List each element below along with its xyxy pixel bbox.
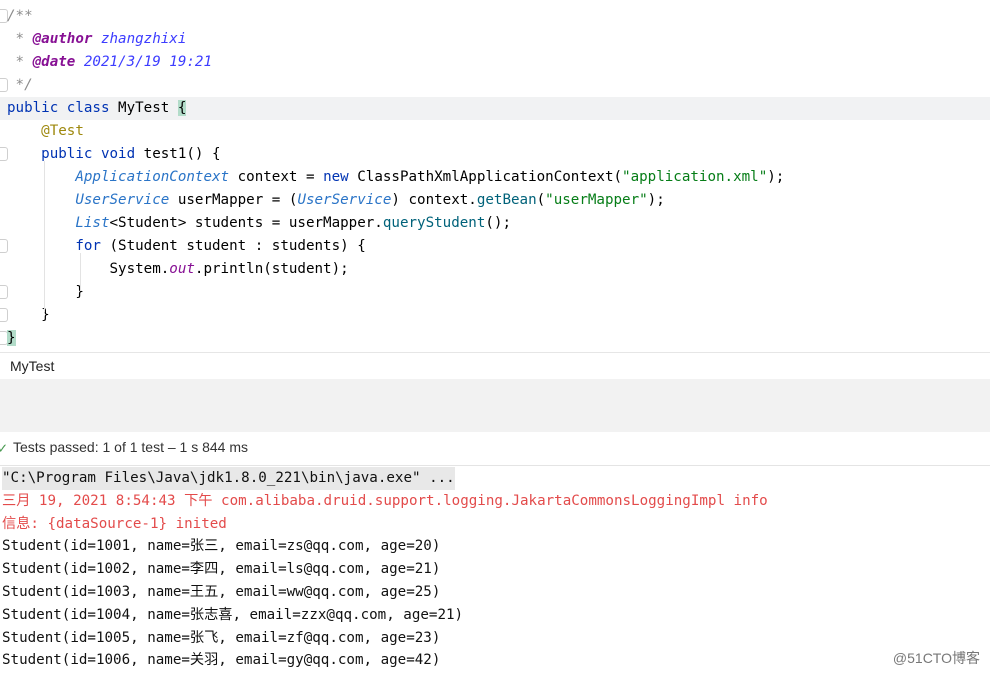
code-line[interactable]: public void test1() { — [0, 143, 990, 166]
code-line[interactable]: for (Student student : students) { — [0, 235, 990, 258]
code-text: public void test1() { — [7, 143, 221, 166]
code-token: test1 — [143, 146, 187, 162]
code-token: @Test — [41, 123, 84, 139]
code-line[interactable]: } — [0, 304, 990, 327]
code-editor[interactable]: /** * @author zhangzhixi * @date 2021/3/… — [0, 0, 990, 352]
console-line: Student(id=1005, name=张飞, email=zf@qq.co… — [2, 629, 441, 646]
code-text: * @date 2021/3/19 19:21 — [7, 51, 212, 74]
console-line: Student(id=1002, name=李四, email=ls@qq.co… — [2, 561, 441, 578]
console-line: Student(id=1001, name=张三, email=zs@qq.co… — [2, 538, 441, 555]
code-token: */ — [7, 77, 33, 93]
code-line[interactable]: } — [0, 281, 990, 304]
indent-guide — [44, 161, 45, 312]
console-line: 三月 19, 2021 8:54:43 下午 com.alibaba.druid… — [2, 492, 768, 509]
code-token: (Student student : students) { — [109, 238, 366, 254]
code-token: userMapper = ( — [169, 192, 298, 208]
code-line[interactable]: ApplicationContext context = new ClassPa… — [0, 166, 990, 189]
check-icon: ✓ — [0, 439, 8, 457]
breadcrumb: MyTest — [0, 352, 990, 379]
code-token: ); — [767, 169, 785, 185]
code-text: ApplicationContext context = new ClassPa… — [7, 166, 784, 189]
code-token: "application.xml" — [622, 169, 768, 185]
console-command-line: "C:\Program Files\Java\jdk1.8.0_221\bin\… — [2, 467, 455, 490]
code-token: zhangzhixi — [92, 31, 187, 47]
code-text: * @author zhangzhixi — [7, 28, 187, 51]
code-token: /** — [7, 8, 33, 24]
code-line[interactable]: } — [0, 327, 990, 350]
code-token: MyTest — [118, 100, 178, 116]
code-line[interactable]: List<Student> students = userMapper.quer… — [0, 212, 990, 235]
code-text: } — [7, 281, 84, 304]
test-status-bar: ✓ Tests passed: 1 of 1 test – 1 s 844 ms — [0, 432, 990, 466]
console-line: Student(id=1003, name=王五, email=ww@qq.co… — [2, 584, 441, 600]
code-token: } — [41, 307, 50, 323]
code-text: @Test — [7, 120, 84, 143]
code-token: ); — [647, 192, 665, 208]
code-token: ) context. — [391, 192, 477, 208]
code-token: public void — [41, 146, 144, 162]
watermark: @51CTO博客 — [892, 650, 980, 666]
code-line[interactable]: UserService userMapper = (UserService) c… — [0, 189, 990, 212]
code-text: System.out.println(student); — [7, 258, 349, 281]
code-token: getBean — [476, 192, 537, 208]
code-token: public class — [7, 100, 119, 116]
code-text: List<Student> students = userMapper.quer… — [7, 212, 511, 235]
code-token: List — [75, 215, 110, 231]
code-token: UserService — [75, 192, 170, 208]
code-token: * — [7, 54, 33, 70]
code-token: queryStudent — [382, 215, 486, 231]
code-line[interactable]: /** — [0, 5, 990, 28]
code-token: System. — [109, 261, 170, 277]
code-token: () { — [186, 146, 221, 162]
code-token: out — [169, 261, 195, 277]
code-text: /** — [7, 5, 33, 28]
code-token: UserService — [297, 192, 392, 208]
code-text: */ — [7, 74, 33, 97]
code-token: ApplicationContext — [75, 169, 230, 185]
code-token: .println(student); — [194, 261, 349, 277]
console-line: Student(id=1006, name=关羽, email=gy@qq.co… — [2, 652, 441, 669]
code-text: public class MyTest { — [7, 97, 187, 120]
code-token: "userMapper" — [545, 192, 648, 208]
code-line[interactable]: public class MyTest { — [0, 97, 990, 120]
code-token: { — [177, 100, 187, 116]
code-text: for (Student student : students) { — [7, 235, 366, 258]
indent-guide — [80, 253, 81, 291]
console-output[interactable]: "C:\Program Files\Java\jdk1.8.0_221\bin\… — [0, 466, 990, 676]
code-text: } — [7, 327, 16, 350]
empty-toolbar-area — [0, 379, 990, 432]
code-token: ClassPathXmlApplicationContext( — [357, 169, 623, 185]
code-token: @date — [32, 54, 76, 70]
code-line[interactable]: */ — [0, 74, 990, 97]
code-token: <Student> students = userMapper. — [109, 215, 383, 231]
code-token: @author — [32, 31, 93, 47]
code-token: ( — [536, 192, 546, 208]
code-token: * — [7, 31, 33, 47]
test-status-text: Tests passed: 1 of 1 test – 1 s 844 ms — [13, 439, 249, 455]
code-line[interactable]: System.out.println(student); — [0, 258, 990, 281]
code-text: UserService userMapper = (UserService) c… — [7, 189, 665, 212]
code-line[interactable]: * @date 2021/3/19 19:21 — [0, 51, 990, 74]
console-line: Student(id=1004, name=张志喜, email=zzx@qq.… — [2, 606, 464, 623]
console-line: 信息: {dataSource-1} inited — [2, 515, 227, 532]
code-token: 2021/3/19 19:21 — [75, 54, 213, 70]
code-token: (); — [485, 215, 511, 231]
breadcrumb-class-label[interactable]: MyTest — [10, 358, 54, 374]
code-token: for — [75, 238, 110, 254]
code-token: } — [7, 330, 16, 346]
code-token: new — [323, 169, 358, 185]
code-line[interactable]: * @author zhangzhixi — [0, 28, 990, 51]
code-token: context = — [229, 169, 324, 185]
code-line[interactable]: @Test — [0, 120, 990, 143]
